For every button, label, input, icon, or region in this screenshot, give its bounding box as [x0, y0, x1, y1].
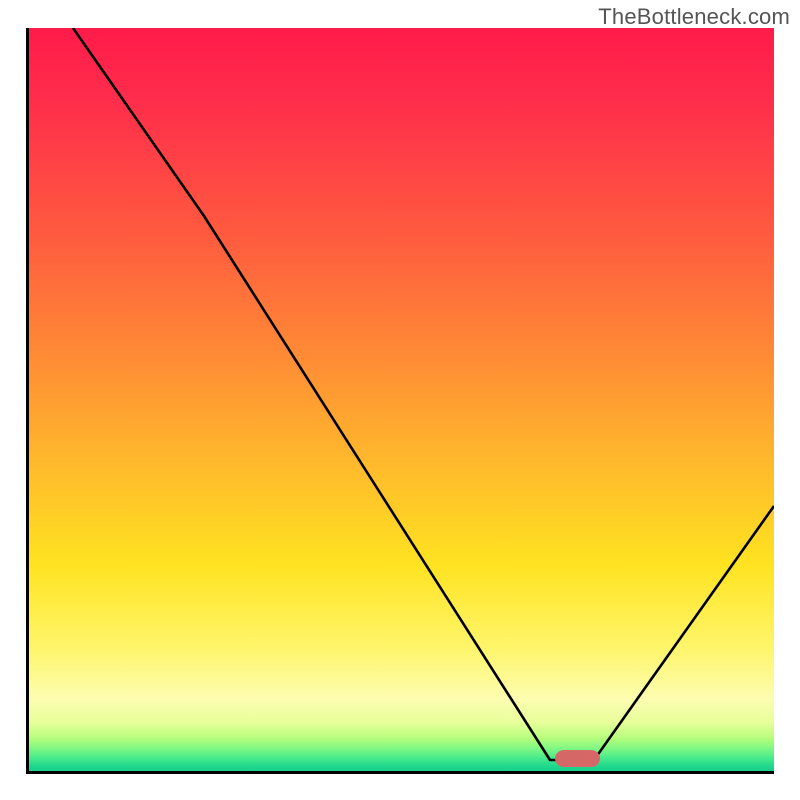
chart-container: TheBottleneck.com	[0, 0, 800, 800]
chart-overlay-svg	[26, 28, 774, 774]
optimal-marker-pill	[555, 750, 600, 767]
bottleneck-curve	[73, 28, 774, 760]
attribution-text: TheBottleneck.com	[598, 4, 790, 30]
plot-area	[26, 28, 774, 774]
